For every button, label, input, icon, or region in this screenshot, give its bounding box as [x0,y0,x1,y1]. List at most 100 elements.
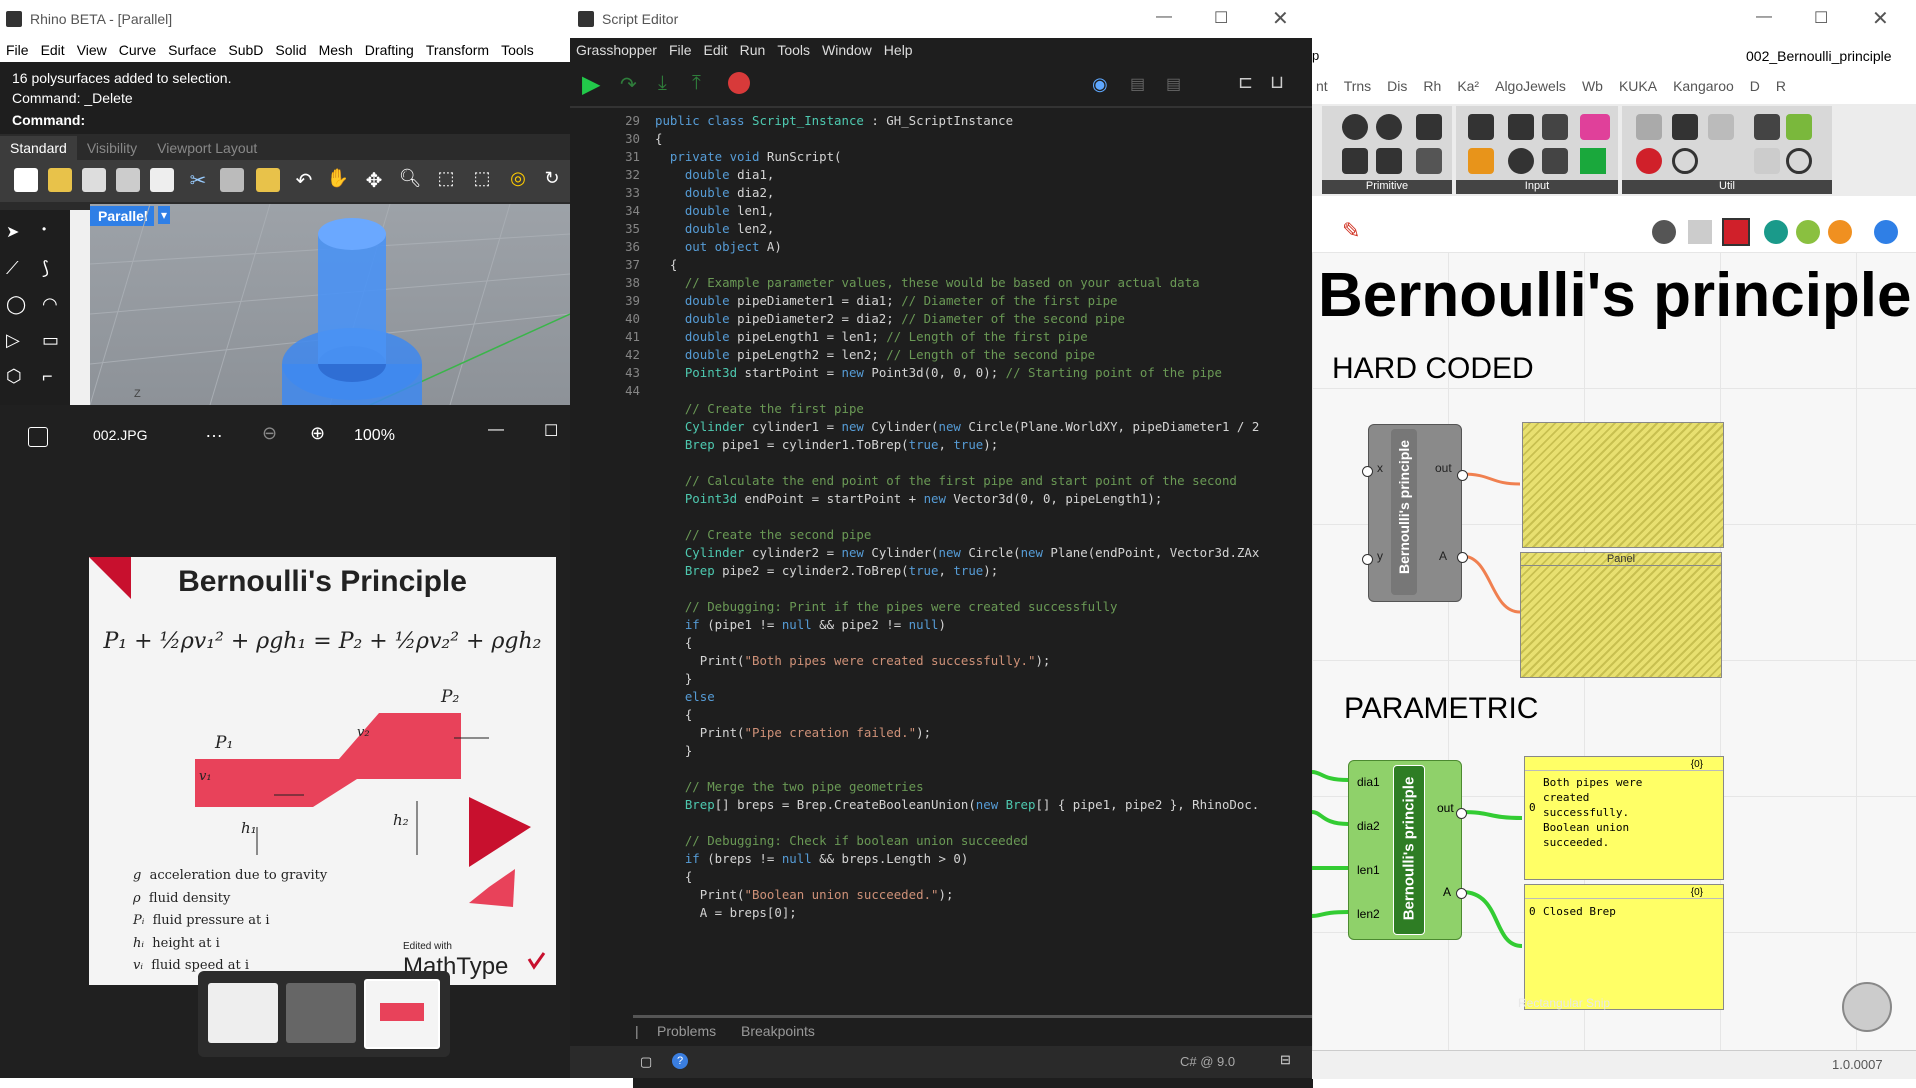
gh-icon[interactable] [1468,114,1494,140]
rectangle-icon[interactable]: ▭ [42,330,59,351]
rhino-menu-drafting[interactable]: Drafting [359,42,420,58]
code-line[interactable]: public class Script_Instance : GH_Script… [655,113,1013,128]
minimize-icon[interactable]: — [1156,8,1172,26]
step-over-icon[interactable]: ↷ [620,72,637,97]
fillet-icon[interactable]: ⌐ [42,366,53,387]
gh-icon[interactable] [1342,114,1368,140]
code-line[interactable]: if (pipe1 != null && pipe2 != null) [655,617,946,632]
code-line[interactable]: else [655,689,715,704]
code-line[interactable]: // Calculate the end point of the first … [655,473,1237,488]
editor-menu-help[interactable]: Help [878,42,919,58]
gh-icon[interactable] [1672,114,1698,140]
code-line[interactable]: // Create the second pipe [655,527,872,542]
tab-problems[interactable]: Problems [657,1023,716,1039]
tab-breakpoints[interactable]: Breakpoints [741,1023,815,1039]
preview-eye-icon[interactable]: ◉ [1092,74,1108,95]
editor-menu-edit[interactable]: Edit [698,42,734,58]
thumbnail-item[interactable] [286,983,356,1043]
code-line[interactable]: double pipeLength2 = len2; // Length of … [655,347,1095,362]
tab-standard[interactable]: Standard [0,136,77,160]
code-editor[interactable]: 29 public class Script_Instance : GH_Scri… [570,113,1312,1013]
display-icon[interactable] [1828,220,1852,244]
rhino-viewport[interactable]: Parallel ▾ Z [90,204,570,405]
close-icon[interactable]: ✕ [1872,6,1889,31]
code-line[interactable]: A = breps[0]; [655,905,797,920]
output-grip[interactable] [1457,470,1468,481]
code-line[interactable]: private void RunScript( [655,149,842,164]
tab-visibility[interactable]: Visibility [77,136,147,160]
gh-icon[interactable] [1754,114,1780,140]
script-component-hardcoded[interactable]: x y out A Bernoulli's principle [1368,424,1462,602]
gh-canvas[interactable]: Bernoulli's principle HARD CODED PARAMET… [1312,252,1916,1050]
input-grip[interactable] [1362,554,1373,565]
panel-output-1[interactable]: {0} 0 Both pipes were created successful… [1524,756,1724,880]
rhino-menu-file[interactable]: File [0,42,35,58]
minimize-icon[interactable]: — [488,421,504,439]
rhino-menu-view[interactable]: View [71,42,113,58]
thumbnail-item-selected[interactable] [364,979,440,1049]
copy-icon[interactable] [220,168,244,192]
gh-tab[interactable]: Ka² [1457,78,1479,100]
gh-icon[interactable] [1542,114,1568,140]
editor-menu-window[interactable]: Window [816,42,878,58]
gh-group-label[interactable]: Util [1622,180,1832,194]
gh-icon[interactable] [1786,148,1812,174]
gh-icon[interactable] [1542,148,1568,174]
gh-tab[interactable]: AlgoJewels [1495,78,1566,100]
gh-tab[interactable]: Wb [1582,78,1603,100]
open-folder-icon[interactable] [48,168,72,192]
rhino-menu-tools[interactable]: Tools [495,42,540,58]
zoom-out-icon[interactable]: ⊖ [262,423,277,444]
code-line[interactable]: Brep pipe1 = cylinder1.ToBrep(true, true… [655,437,998,452]
help-icon[interactable]: ? [672,1053,688,1069]
output-grip[interactable] [1456,888,1467,899]
close-icon[interactable]: ✕ [1272,6,1289,31]
gh-icon[interactable] [1376,114,1402,140]
select-arrow-icon[interactable]: ➤ [6,222,19,242]
output-grip[interactable] [1457,552,1468,563]
maximize-icon[interactable]: ☐ [1214,8,1228,28]
doc2-icon[interactable]: ▤ [1166,74,1181,94]
thumbnail-item[interactable] [208,983,278,1043]
display-icon[interactable] [1874,220,1898,244]
gh-icon[interactable] [1508,114,1534,140]
file-icon[interactable]: ▢ [640,1054,652,1070]
maximize-icon[interactable]: ☐ [544,421,558,441]
panel-hardcoded-1[interactable] [1522,422,1724,548]
code-line[interactable]: double pipeLength1 = len1; // Length of … [655,329,1088,344]
undo-icon[interactable]: ↶ [292,168,316,192]
gh-tab[interactable]: KUKA [1619,78,1657,100]
panel-left-icon[interactable]: ⊏ [1238,72,1253,93]
editor-menu-tools[interactable]: Tools [771,42,816,58]
code-line[interactable]: Point3d startPoint = new Point3d(0, 0, 0… [655,365,1222,380]
layout-icon[interactable]: ⊟ [1280,1052,1291,1068]
code-line[interactable]: Point3d endPoint = startPoint + new Vect… [655,491,1162,506]
code-line[interactable]: // Merge the two pipe geometries [655,779,924,794]
gallery-icon[interactable] [28,427,48,447]
code-line[interactable]: Cylinder cylinder1 = new Cylinder(new Ci… [655,419,1259,434]
gh-tab[interactable]: Trns [1344,78,1371,100]
step-into-icon[interactable]: ⤓ [658,72,667,95]
panel-output-2[interactable]: {0} 0 Closed Brep [1524,884,1724,1010]
zoom-in-icon[interactable]: ⊕ [310,423,325,444]
language-status[interactable]: C# @ 9.0 [1180,1054,1235,1069]
save-icon[interactable] [82,168,106,192]
code-line[interactable]: Brep[] breps = Brep.CreateBooleanUnion(n… [655,797,1259,812]
hexagon-icon[interactable]: ⬡ [6,366,22,387]
preview-icon[interactable] [1652,220,1676,244]
code-line[interactable]: { [655,869,692,884]
display-icon[interactable] [1764,220,1788,244]
gh-icon[interactable] [1754,148,1780,174]
code-line[interactable]: // Debugging: Check if boolean union suc… [655,833,1028,848]
code-line[interactable]: Brep pipe2 = cylinder2.ToBrep(true, true… [655,563,998,578]
rhino-menu-surface[interactable]: Surface [162,42,222,58]
panel-hardcoded-2[interactable]: Panel [1520,552,1722,678]
code-line[interactable]: double len2, [655,221,775,236]
code-line[interactable]: if (breps != null && breps.Length > 0) [655,851,969,866]
code-line[interactable]: Cylinder cylinder2 = new Cylinder(new Ci… [655,545,1259,560]
more-options-icon[interactable]: … [205,421,223,442]
pan-hand-icon[interactable]: ✋ [326,168,350,192]
rotate-icon[interactable]: ↻ [540,168,564,192]
gh-icon[interactable] [1508,148,1534,174]
code-line[interactable]: } [655,743,692,758]
